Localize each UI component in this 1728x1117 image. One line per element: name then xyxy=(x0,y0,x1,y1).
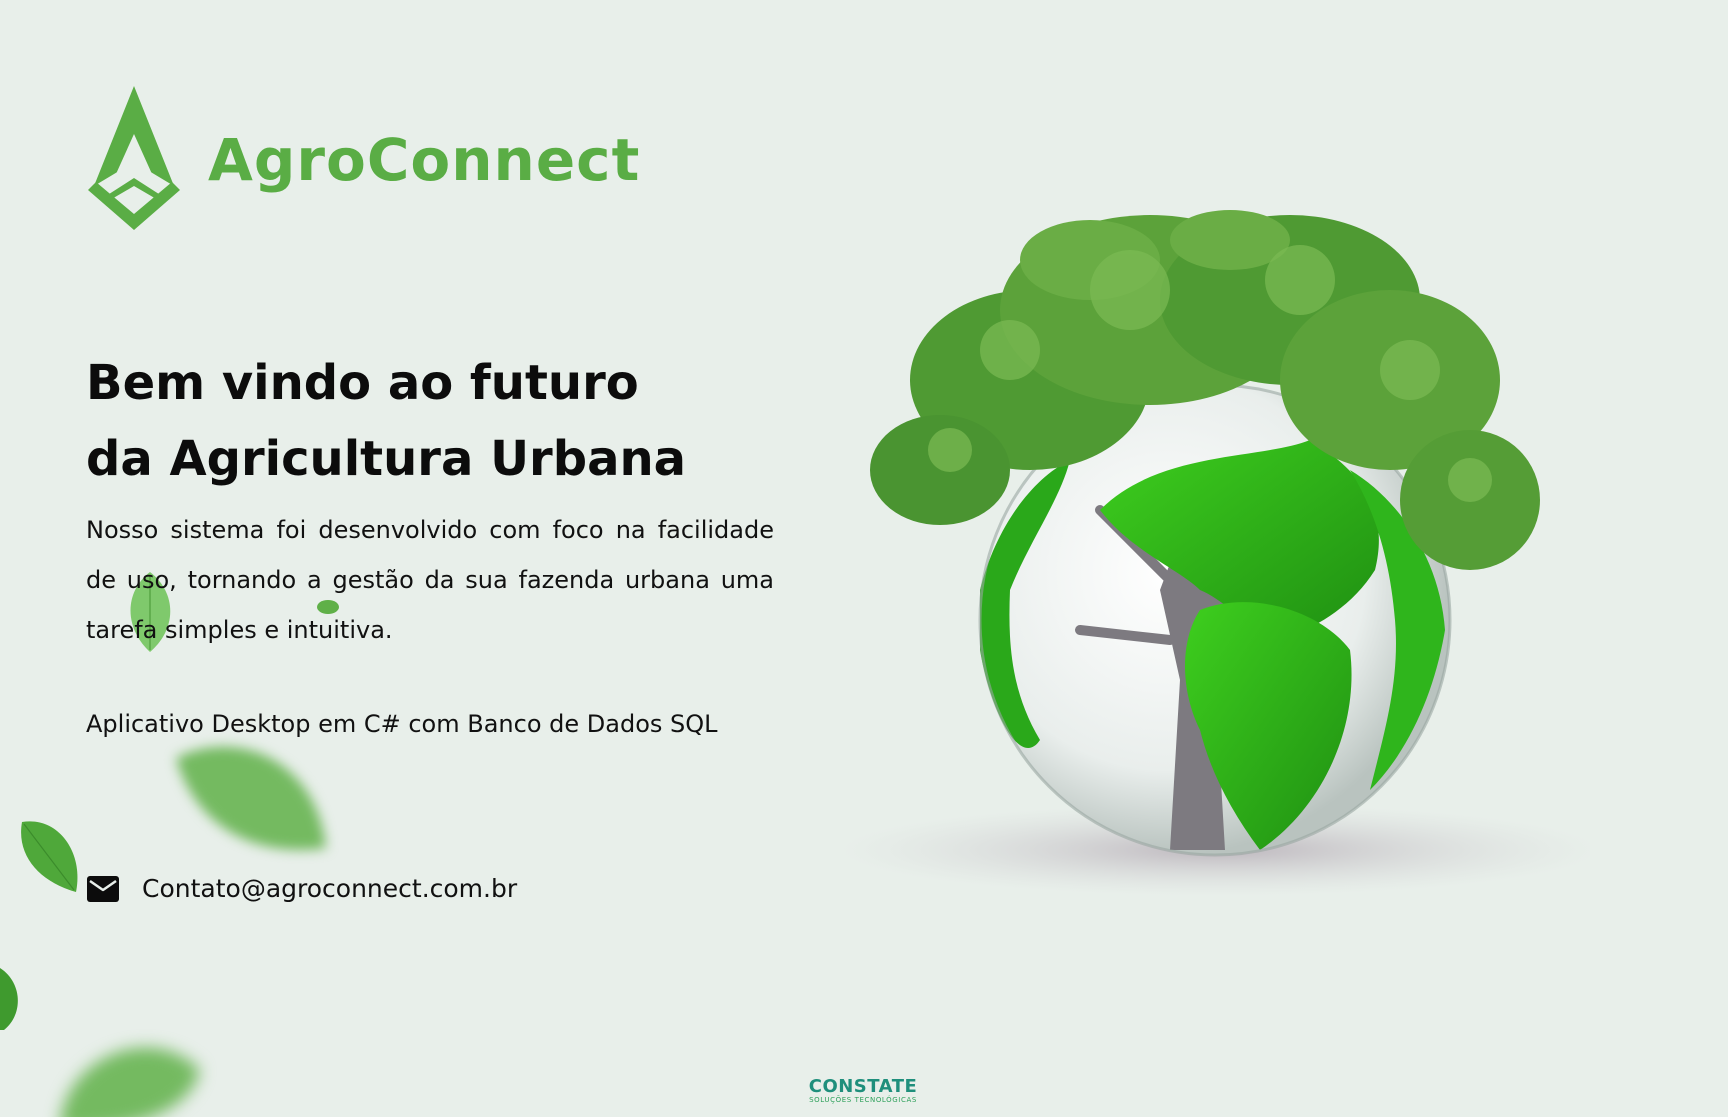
footer-company-tagline: SOLUÇÕES TECNOLÓGICAS xyxy=(809,1096,917,1104)
globe-with-tree-illustration xyxy=(840,210,1590,896)
headline-line-1: Bem vindo ao futuro xyxy=(86,355,639,411)
arrow-diamond-logo-icon xyxy=(86,86,182,230)
leaf-decoration xyxy=(0,968,18,1030)
landing-page: AgroConnect Bem vindo ao futuro da Agric… xyxy=(0,0,1728,1117)
contact-email: Contato@agroconnect.com.br xyxy=(142,874,518,903)
brand-name: AgroConnect xyxy=(208,126,641,194)
leaf-decoration xyxy=(21,821,78,892)
footer-brand-logo: CONSTATE SOLUÇÕES TECNOLÓGICAS xyxy=(800,1078,926,1105)
contact-email-link[interactable]: Contato@agroconnect.com.br xyxy=(86,874,517,903)
brand-logo[interactable]: AgroConnect xyxy=(86,86,640,230)
footer-company-name: CONSTATE xyxy=(808,1076,918,1097)
intro-paragraph: Nosso sistema foi desenvolvido com foco … xyxy=(86,516,774,644)
headline-line-2: da Agricultura Urbana xyxy=(86,431,687,487)
leaf-decoration xyxy=(176,746,326,850)
tech-stack-text: Aplicativo Desktop em C# com Banco de Da… xyxy=(86,710,718,738)
mail-icon xyxy=(86,875,120,903)
leaf-decoration xyxy=(61,1047,200,1117)
page-title: Bem vindo ao futuro da Agricultura Urban… xyxy=(86,345,806,497)
